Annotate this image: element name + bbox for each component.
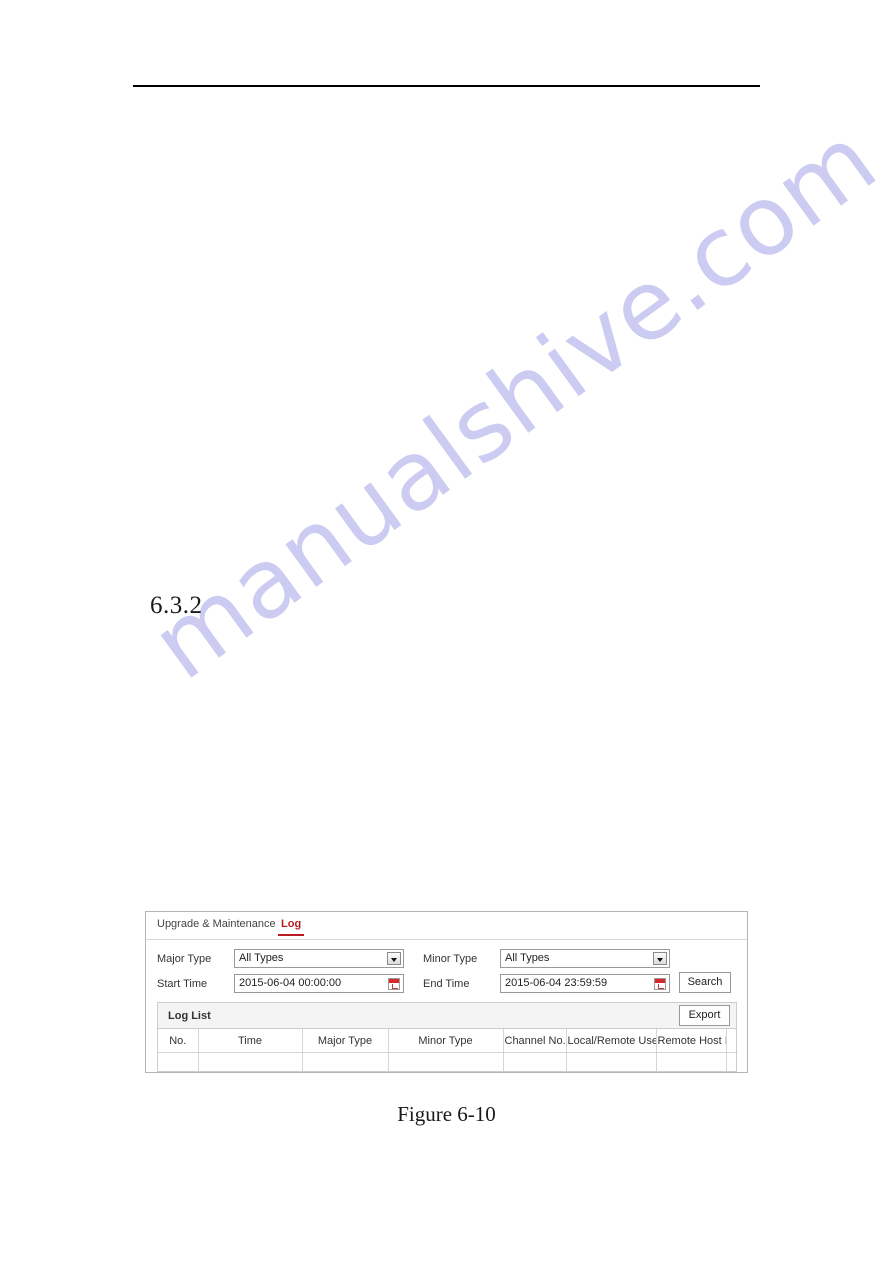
log-table: No. Time Major Type Minor Type Channel N… [158,1029,738,1071]
column-header-spacer [726,1029,738,1053]
end-time-value: 2015-06-04 23:59:59 [505,977,608,989]
tab-log[interactable]: Log [278,918,305,936]
cell-major-type [302,1052,389,1071]
page-header-rule [133,85,760,87]
column-header-channel-no: Channel No. [503,1029,567,1053]
cell-channel-no [503,1052,567,1071]
cell-minor-type [388,1052,504,1071]
search-button[interactable]: Search [679,972,731,993]
chevron-down-icon[interactable] [653,952,667,965]
minor-type-value: All Types [505,952,550,964]
cell-remote-host-ip [656,1052,727,1071]
table-row [158,1052,738,1072]
cell-no [158,1052,199,1071]
minor-type-select[interactable]: All Types [500,949,670,968]
column-header-minor-type: Minor Type [388,1029,504,1053]
column-header-no: No. [158,1029,199,1053]
cell-time [198,1052,303,1071]
log-list-title: Log List [168,1010,211,1022]
chevron-down-icon[interactable] [387,952,401,965]
log-search-form: Major Type All Types Minor Type All Type… [146,940,747,1002]
start-time-input[interactable]: 2015-06-04 00:00:00 [234,974,404,993]
log-table-body [158,1052,738,1072]
section-number: 6.3.2 [150,592,203,619]
end-time-label: End Time [423,978,470,990]
column-header-time: Time [198,1029,303,1053]
major-type-label: Major Type [157,953,212,965]
cell-local-remote-user [566,1052,657,1071]
log-list-header: Log List Export [158,1003,736,1029]
column-header-remote-host-ip: Remote Host IP [656,1029,727,1053]
log-table-header-row: No. Time Major Type Minor Type Channel N… [158,1029,738,1053]
column-header-local-remote-user: Local/Remote User [566,1029,657,1053]
start-time-value: 2015-06-04 00:00:00 [239,977,342,989]
end-time-input[interactable]: 2015-06-04 23:59:59 [500,974,670,993]
column-header-major-type: Major Type [302,1029,389,1053]
major-type-value: All Types [239,952,284,964]
log-list-panel: Log List Export No. Time Major Type Mino… [157,1002,738,1072]
minor-type-label: Minor Type [423,953,478,965]
cell-spacer [726,1053,738,1072]
start-time-label: Start Time [157,978,208,990]
document-page: manualshive.com 6.3.2 Upgrade & Maintena… [0,0,893,1263]
tab-upgrade-maintenance[interactable]: Upgrade & Maintenance [157,918,276,935]
calendar-icon[interactable] [654,978,666,990]
watermark-text: manualshive.com [132,103,893,702]
export-button[interactable]: Export [679,1005,730,1026]
calendar-icon[interactable] [388,978,400,990]
major-type-select[interactable]: All Types [234,949,404,968]
tab-bar: Upgrade & Maintenance Log [146,912,747,940]
figure-caption: Figure 6-10 [397,1102,496,1126]
log-configuration-panel: Upgrade & Maintenance Log Major Type All… [145,911,748,1073]
